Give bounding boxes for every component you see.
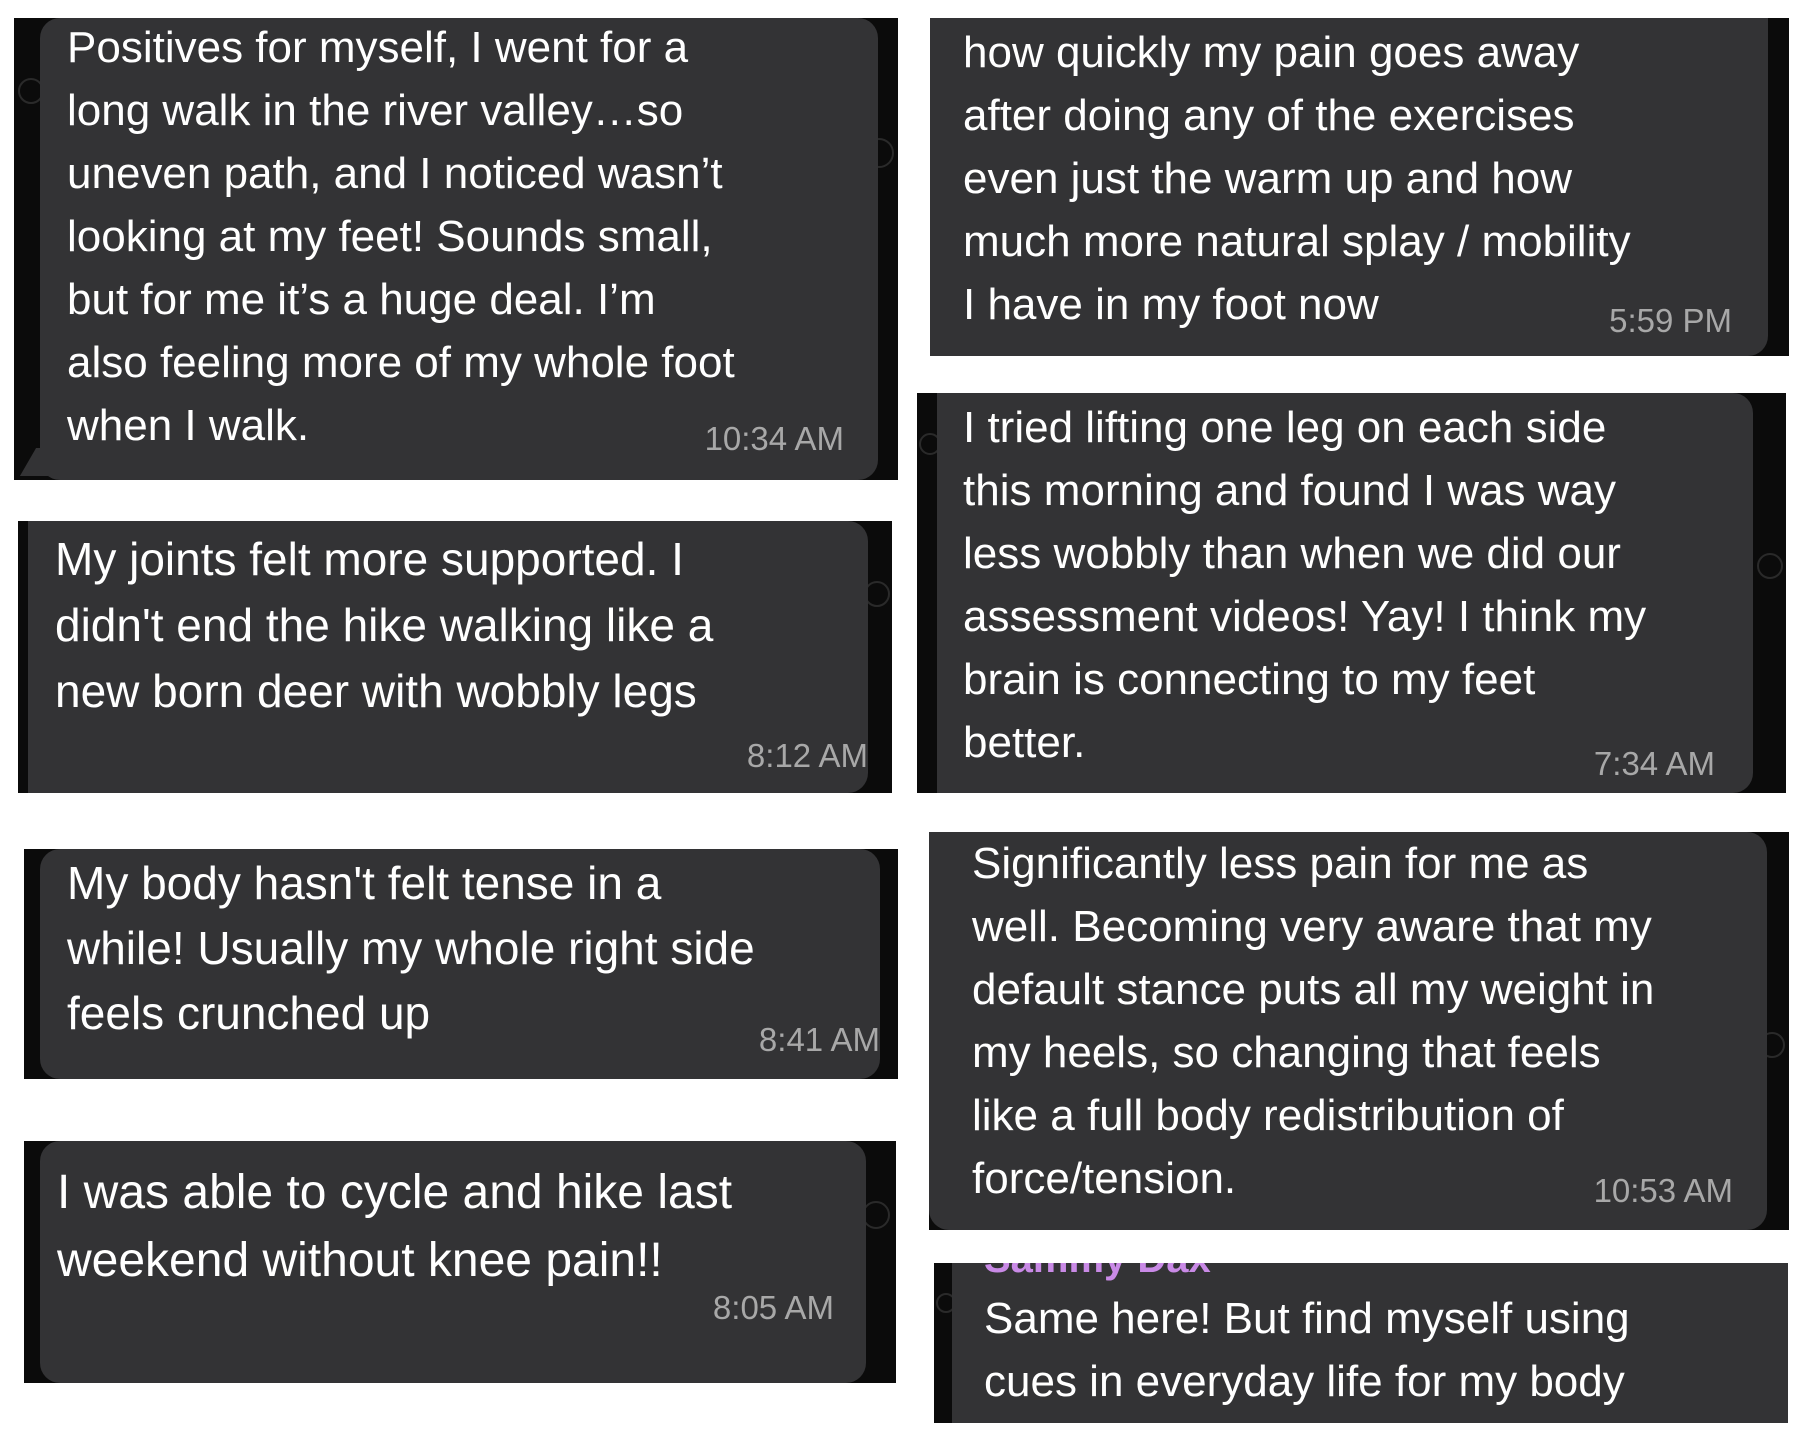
message-bubble[interactable]: I was able to cycle and hike last weeken… bbox=[40, 1141, 866, 1383]
screenshot-tile: Sammy Dax Same here! But find myself usi… bbox=[934, 1263, 1788, 1423]
message-time: 8:12 AM bbox=[746, 737, 868, 774]
screenshot-tile: Positives for myself, I went for a long … bbox=[14, 18, 898, 480]
screenshot-tile: I was able to cycle and hike last weeken… bbox=[24, 1141, 896, 1383]
message-text: Positives for myself, I went for a long … bbox=[67, 23, 735, 450]
message-bubble[interactable]: Significantly less pain for me as well. … bbox=[929, 832, 1767, 1230]
message-bubble[interactable]: My joints felt more supported. I didn't … bbox=[28, 521, 868, 793]
message-bubble[interactable]: Positives for myself, I went for a long … bbox=[40, 18, 878, 480]
doodle-pattern bbox=[1757, 553, 1783, 579]
doodle-pattern bbox=[862, 1201, 890, 1229]
screenshot-tile: I tried lifting one leg on each side thi… bbox=[917, 393, 1786, 793]
screenshot-tile: My joints felt more supported. I didn't … bbox=[18, 521, 892, 793]
screenshot-tile: Significantly less pain for me as well. … bbox=[929, 832, 1789, 1230]
message-time: 8:41 AM bbox=[758, 1021, 880, 1058]
message-text: My joints felt more supported. I didn't … bbox=[55, 533, 714, 717]
message-text: I was able to cycle and hike last weeken… bbox=[57, 1166, 733, 1287]
sender-name: Sammy Dax bbox=[984, 1263, 1211, 1282]
message-bubble[interactable]: Sammy Dax Same here! But find myself usi… bbox=[952, 1263, 1788, 1423]
message-text: My body hasn't felt tense in a while! Us… bbox=[67, 857, 755, 1039]
message-time: 5:59 PM bbox=[1609, 302, 1732, 339]
message-time: 10:34 AM bbox=[704, 420, 844, 457]
message-bubble[interactable]: I tried lifting one leg on each side thi… bbox=[937, 393, 1753, 793]
message-text: Significantly less pain for me as well. … bbox=[972, 839, 1655, 1203]
message-time: 10:53 AM bbox=[1593, 1172, 1733, 1209]
message-text: I tried lifting one leg on each side thi… bbox=[963, 403, 1647, 767]
message-bubble[interactable]: My body hasn't felt tense in a while! Us… bbox=[40, 849, 880, 1079]
message-time: 7:34 AM bbox=[1593, 745, 1715, 782]
message-bubble[interactable]: how quickly my pain goes away after doin… bbox=[930, 18, 1768, 356]
message-text: how quickly my pain goes away after doin… bbox=[963, 28, 1631, 329]
screenshot-tile: My body hasn't felt tense in a while! Us… bbox=[24, 849, 898, 1079]
screenshot-tile: how quickly my pain goes away after doin… bbox=[930, 18, 1789, 356]
message-text: Same here! But find myself using cues in… bbox=[984, 1294, 1630, 1406]
message-time: 8:05 AM bbox=[712, 1289, 834, 1326]
